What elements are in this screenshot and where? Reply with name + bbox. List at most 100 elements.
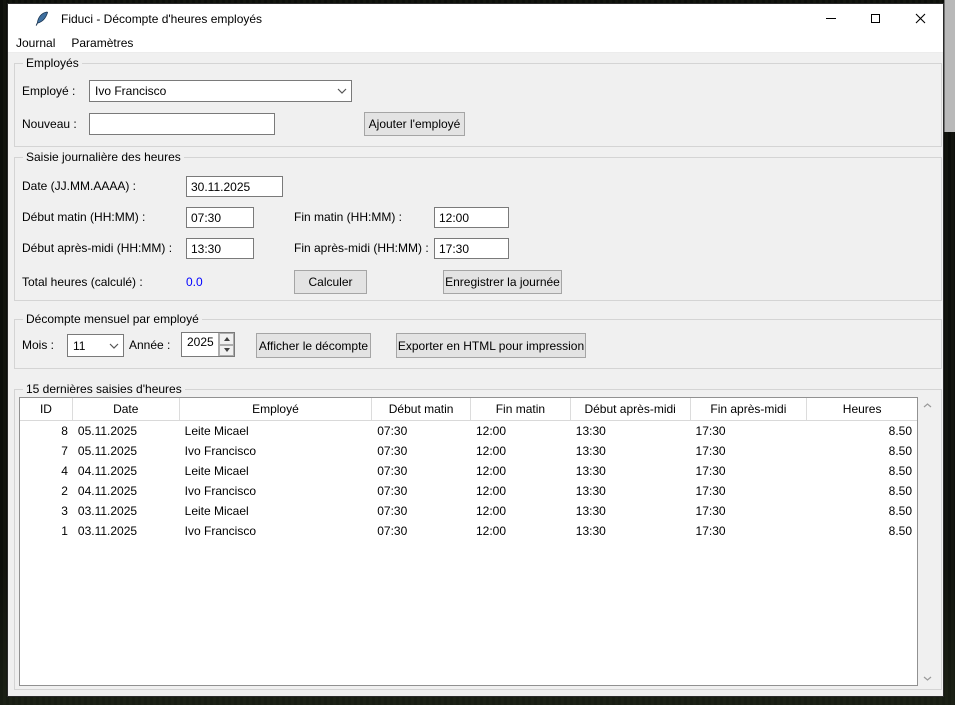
table-cell: 07:30 [372, 484, 471, 498]
group-employees-title: Employés [23, 56, 82, 70]
table-row[interactable]: 303.11.2025Leite Micael07:3012:0013:3017… [20, 501, 917, 521]
group-recent-entries-title: 15 dernières saisies d'heures [23, 382, 185, 396]
date-input[interactable] [186, 176, 283, 197]
scroll-down-icon[interactable] [919, 670, 935, 686]
minimize-button[interactable] [808, 4, 853, 33]
table-cell: 13:30 [571, 484, 691, 498]
table-cell: 12:00 [471, 484, 571, 498]
scroll-up-icon[interactable] [919, 397, 935, 413]
morning-end-label: Fin matin (HH:MM) : [294, 210, 402, 224]
column-header-4[interactable]: Fin matin [471, 398, 571, 420]
column-header-0[interactable]: ID [20, 398, 73, 420]
export-html-button[interactable]: Exporter en HTML pour impression [396, 333, 586, 358]
table-cell: 03.11.2025 [73, 524, 180, 538]
table-row[interactable]: 404.11.2025Leite Micael07:3012:0013:3017… [20, 461, 917, 481]
close-button[interactable] [898, 4, 943, 33]
spin-up-button[interactable] [219, 333, 234, 345]
table-cell: 12:00 [471, 524, 571, 538]
month-combobox-value: 11 [68, 339, 105, 353]
calculate-button[interactable]: Calculer [294, 270, 367, 294]
table-cell: 07:30 [372, 444, 471, 458]
table-cell: 04.11.2025 [73, 484, 180, 498]
chevron-down-icon [105, 343, 123, 349]
table-header: IDDateEmployéDébut matinFin matinDébut a… [20, 398, 917, 421]
titlebar: Fiduci - Décompte d'heures employés [8, 4, 943, 33]
add-employee-button[interactable]: Ajouter l'employé [364, 112, 465, 136]
table-cell: 17:30 [691, 504, 808, 518]
table-cell: 13:30 [571, 524, 691, 538]
total-hours-value: 0.0 [186, 275, 203, 289]
window-controls [808, 4, 943, 33]
table-row[interactable]: 204.11.2025Ivo Francisco07:3012:0013:301… [20, 481, 917, 501]
table-cell: 13:30 [571, 424, 691, 438]
close-icon [915, 13, 926, 24]
table-cell: 8.50 [807, 444, 917, 458]
afternoon-end-label: Fin après-midi (HH:MM) : [294, 241, 429, 255]
employee-combobox[interactable]: Ivo Francisco [89, 80, 352, 102]
total-hours-label: Total heures (calculé) : [22, 275, 143, 289]
menu-parametres[interactable]: Paramètres [63, 33, 141, 52]
save-day-button[interactable]: Enregistrer la journée [443, 270, 562, 294]
table-cell: 12:00 [471, 464, 571, 478]
tk-feather-icon [35, 11, 49, 27]
maximize-button[interactable] [853, 4, 898, 33]
table-cell: Leite Micael [180, 464, 373, 478]
table-row[interactable]: 705.11.2025Ivo Francisco07:3012:0013:301… [20, 441, 917, 461]
group-daily-entry-title: Saisie journalière des heures [23, 150, 184, 164]
table-cell: 8.50 [807, 484, 917, 498]
table-cell: 07:30 [372, 524, 471, 538]
menubar: Journal Paramètres [8, 33, 943, 53]
year-spinner-buttons [218, 333, 234, 356]
table-cell: 07:30 [372, 504, 471, 518]
morning-end-input[interactable] [434, 207, 509, 228]
year-label: Année : [129, 338, 170, 352]
table-cell: 4 [20, 464, 73, 478]
table-cell: Leite Micael [180, 504, 373, 518]
afternoon-start-input[interactable] [186, 238, 254, 259]
table-cell: 07:30 [372, 464, 471, 478]
table-cell: 17:30 [691, 484, 808, 498]
table-cell: 17:30 [691, 464, 808, 478]
vertical-scrollbar[interactable] [919, 397, 935, 686]
table-cell: Leite Micael [180, 424, 373, 438]
table-cell: 12:00 [471, 444, 571, 458]
table-cell: 8 [20, 424, 73, 438]
column-header-7[interactable]: Heures [807, 398, 917, 420]
new-employee-input[interactable] [89, 113, 275, 135]
table-row[interactable]: 103.11.2025Ivo Francisco07:3012:0013:301… [20, 521, 917, 541]
month-label: Mois : [22, 338, 54, 352]
employee-label: Employé : [22, 84, 75, 98]
table-cell: 17:30 [691, 444, 808, 458]
column-header-2[interactable]: Employé [180, 398, 373, 420]
table-cell: 04.11.2025 [73, 464, 180, 478]
table-body: 805.11.2025Leite Micael07:3012:0013:3017… [20, 421, 917, 541]
month-combobox[interactable]: 11 [67, 334, 124, 357]
triangle-up-icon [224, 337, 230, 341]
spin-down-button[interactable] [219, 345, 234, 357]
table-cell: 03.11.2025 [73, 504, 180, 518]
new-employee-label: Nouveau : [22, 117, 77, 131]
afternoon-end-input[interactable] [434, 238, 509, 259]
table-cell: Ivo Francisco [180, 524, 373, 538]
afternoon-start-label: Début après-midi (HH:MM) : [22, 241, 172, 255]
table-cell: 1 [20, 524, 73, 538]
table-row[interactable]: 805.11.2025Leite Micael07:3012:0013:3017… [20, 421, 917, 441]
table-cell: 07:30 [372, 424, 471, 438]
column-header-1[interactable]: Date [73, 398, 180, 420]
table-cell: 8.50 [807, 504, 917, 518]
window-title: Fiduci - Décompte d'heures employés [61, 12, 262, 26]
menu-journal[interactable]: Journal [8, 33, 63, 52]
year-spinbox[interactable]: 2025 [181, 332, 235, 357]
app-window: Fiduci - Décompte d'heures employés Jour… [7, 3, 944, 697]
morning-start-input[interactable] [186, 207, 254, 228]
column-header-3[interactable]: Début matin [372, 398, 471, 420]
employee-combobox-value: Ivo Francisco [90, 84, 333, 98]
show-statement-button[interactable]: Afficher le décompte [256, 333, 371, 358]
table-cell: 12:00 [471, 504, 571, 518]
table-cell: 13:30 [571, 464, 691, 478]
column-header-6[interactable]: Fin après-midi [691, 398, 808, 420]
chevron-down-icon [333, 88, 351, 94]
table-cell: Ivo Francisco [180, 484, 373, 498]
year-spinbox-value: 2025 [182, 333, 218, 356]
column-header-5[interactable]: Début après-midi [571, 398, 691, 420]
